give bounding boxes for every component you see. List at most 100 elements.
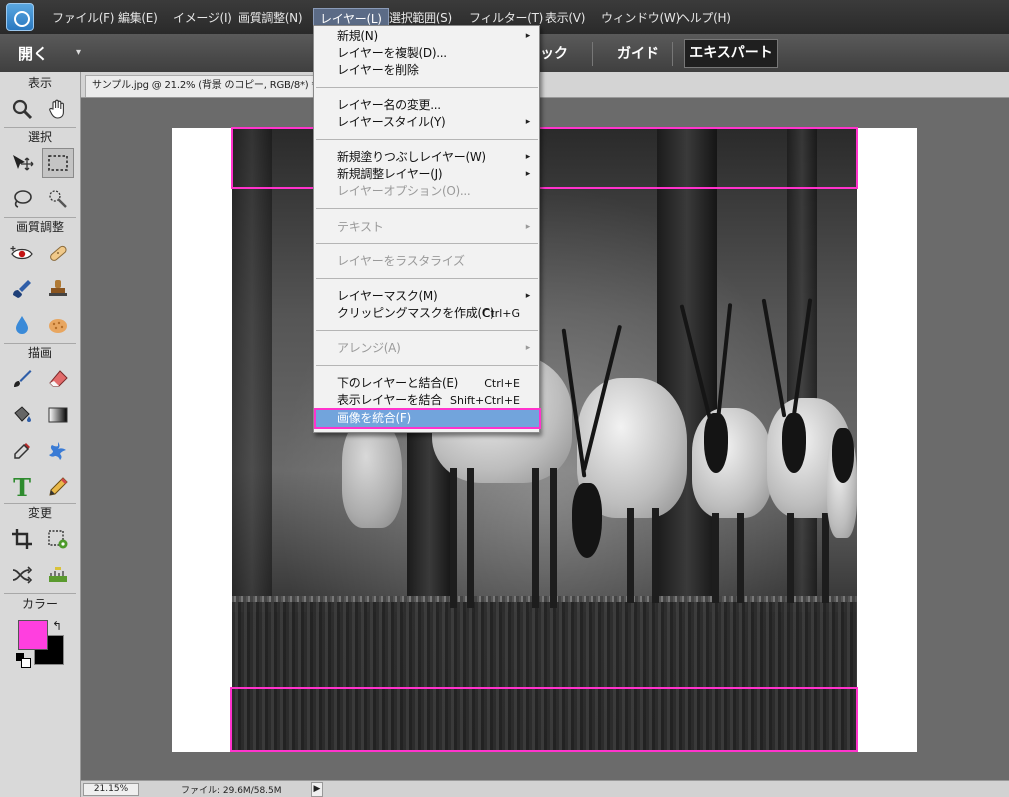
oryx-face (782, 413, 806, 473)
crop-icon[interactable] (6, 524, 38, 554)
eyedropper-icon[interactable] (6, 436, 38, 466)
menu-file[interactable]: ファイル(F) (52, 9, 114, 26)
oryx-horn (761, 298, 787, 418)
hand-icon[interactable] (42, 94, 74, 124)
zoom-icon[interactable] (6, 94, 38, 124)
menu-item-new-fill-layer[interactable]: 新規塗りつぶしレイヤー(W) ▸ (315, 149, 538, 166)
menu-item-label: レイヤーを削除 (337, 63, 419, 77)
menu-window[interactable]: ウィンドウ(W) (601, 9, 680, 26)
submenu-arrow-icon: ▸ (525, 343, 531, 353)
document-tab[interactable]: サンプル.jpg @ 21.2% (背景 のコピー, RGB/8*) * (85, 75, 324, 97)
file-size-info: ファイル: 29.6M/58.5M (181, 786, 282, 796)
menu-edit[interactable]: 編集(E) (118, 9, 158, 26)
gradient-icon[interactable] (42, 400, 74, 430)
status-bar: 21.15% ファイル: 29.6M/58.5M ▶ (81, 780, 1009, 797)
oryx-leg (467, 468, 474, 608)
menu-view[interactable]: 表示(V) (545, 9, 585, 26)
menu-item-shortcut: Shift+Ctrl+E (450, 394, 520, 407)
foreground-color-swatch[interactable] (18, 620, 48, 650)
tree-trunk (232, 128, 272, 608)
oryx-leg (550, 468, 557, 608)
menu-item-label: 新規調整レイヤー(J) (337, 167, 443, 181)
section-select-label: 選択 (27, 130, 52, 144)
rectangular-marquee-icon[interactable] (42, 148, 74, 178)
submenu-arrow-icon: ▸ (525, 31, 531, 41)
oryx-leg (627, 508, 634, 603)
tree-trunk (657, 128, 717, 608)
open-button[interactable]: 開く (18, 43, 48, 64)
clone-stamp-icon[interactable] (42, 274, 74, 304)
menu-item-layer-mask[interactable]: レイヤーマスク(M) ▸ (315, 288, 538, 305)
lasso-icon[interactable] (6, 184, 38, 214)
menu-filter[interactable]: フィルター(T) (469, 9, 543, 26)
selection-rect-bottom[interactable] (230, 687, 858, 752)
red-eye-icon[interactable] (6, 238, 38, 268)
menu-select[interactable]: 選択範囲(S) (389, 9, 452, 26)
brush-icon[interactable] (6, 364, 38, 394)
menu-item-label: 新規塗りつぶしレイヤー(W) (337, 150, 486, 164)
move-icon[interactable] (6, 148, 38, 178)
menu-item-duplicate-layer[interactable]: レイヤーを複製(D)... (315, 45, 538, 62)
menu-item-arrange[interactable]: アレンジ(A) ▸ (315, 340, 538, 357)
menu-item-new-adjustment-layer[interactable]: 新規調整レイヤー(J) ▸ (315, 166, 538, 183)
mode-quick-tab[interactable]: ック (540, 43, 568, 63)
pencil-icon[interactable] (42, 472, 74, 502)
swap-colors-icon[interactable]: ↰ (52, 619, 62, 633)
menu-item-flatten-image[interactable]: 画像を統合(F) (314, 408, 541, 429)
submenu-arrow-icon: ▸ (525, 152, 531, 162)
paint-bucket-icon[interactable] (6, 400, 38, 430)
open-dropdown-arrow-icon[interactable]: ▾ (76, 47, 81, 58)
content-aware-move-icon[interactable] (6, 560, 38, 590)
oryx-horn (715, 303, 733, 423)
section-enhance-label: 画質調整 (15, 220, 64, 234)
menu-item-rasterize-layer[interactable]: レイヤーをラスタライズ (315, 253, 538, 270)
menu-separator (316, 243, 538, 244)
menu-item-label: レイヤーオプション(O)... (337, 184, 471, 198)
mode-expert-tab[interactable]: エキスパート (684, 39, 778, 68)
recompose-icon[interactable] (42, 524, 74, 554)
straighten-icon[interactable] (42, 560, 74, 590)
oryx-leg (712, 513, 719, 603)
menu-item-delete-layer[interactable]: レイヤーを削除 (315, 62, 538, 79)
type-icon[interactable]: T (6, 472, 38, 502)
oryx-face (572, 483, 602, 558)
menu-item-merge-down[interactable]: 下のレイヤーと結合(E) Ctrl+E (315, 375, 538, 392)
custom-shape-icon[interactable] (42, 436, 74, 466)
oryx-back-left (342, 418, 402, 528)
menu-item-label: レイヤーマスク(M) (337, 289, 438, 303)
quick-selection-icon[interactable] (42, 184, 74, 214)
menu-item-label: テキスト (337, 220, 384, 234)
oryx-leg (450, 468, 457, 608)
menu-item-layer-options[interactable]: レイヤーオプション(O)... (315, 183, 538, 200)
sponge-icon[interactable] (42, 310, 74, 340)
menu-help[interactable]: ヘルプ(H) (678, 9, 731, 26)
oryx-leg (787, 513, 794, 603)
oryx-face (704, 413, 728, 473)
menu-enhance[interactable]: 画質調整(N) (238, 9, 303, 26)
zoom-level-field[interactable]: 21.15% (83, 783, 139, 796)
mode-separator (672, 42, 673, 66)
menu-item-label: レイヤー名の変更... (337, 98, 441, 112)
menu-item-merge-visible[interactable]: 表示レイヤーを結合 Shift+Ctrl+E (315, 392, 538, 409)
spot-healing-icon[interactable] (42, 238, 74, 268)
document-tab-bar: サンプル.jpg @ 21.2% (背景 のコピー, RGB/8*) * (81, 72, 1009, 98)
blur-icon[interactable] (6, 310, 38, 340)
section-view-label: 表示 (27, 76, 52, 90)
menu-image[interactable]: イメージ(I) (173, 9, 232, 26)
smart-brush-icon[interactable] (6, 274, 38, 304)
menu-item-label: 新規(N) (337, 29, 378, 43)
mode-separator (592, 42, 593, 66)
status-menu-arrow-icon[interactable]: ▶ (311, 782, 323, 797)
eraser-icon[interactable] (42, 364, 74, 394)
menu-item-text[interactable]: テキスト ▸ (315, 219, 538, 236)
menu-item-layer-style[interactable]: レイヤースタイル(Y) ▸ (315, 114, 538, 131)
oryx-leg (822, 513, 829, 603)
menu-separator (316, 278, 538, 279)
mode-guided-tab[interactable]: ガイド (617, 43, 659, 63)
menu-item-rename-layer[interactable]: レイヤー名の変更... (315, 97, 538, 114)
menu-item-label: レイヤースタイル(Y) (337, 115, 446, 129)
default-colors-icon[interactable] (16, 653, 31, 668)
menu-item-label: クリッピングマスクを作成(C) (337, 306, 495, 320)
menu-item-create-clipping-mask[interactable]: クリッピングマスクを作成(C) Ctrl+G (315, 305, 538, 322)
menu-item-new[interactable]: 新規(N) ▸ (315, 28, 538, 45)
